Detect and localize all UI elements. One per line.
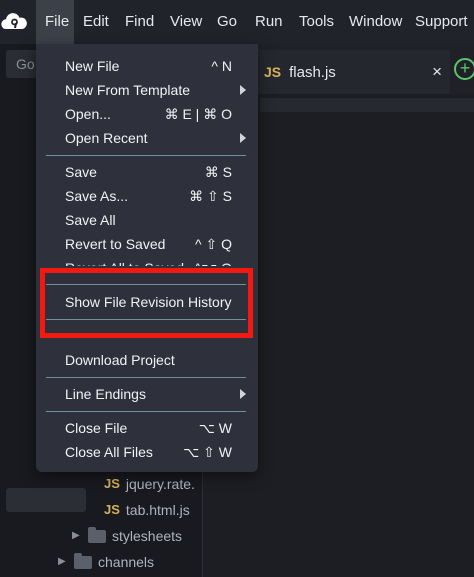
shortcut-label: ⌘ E | ⌘ O xyxy=(164,106,232,122)
shortcut-label: ^ N xyxy=(211,58,232,74)
menu-tools[interactable]: Tools xyxy=(290,0,343,44)
shortcut-label: ⌘ S xyxy=(204,164,232,180)
menu-item-open[interactable]: Open... xyxy=(65,102,111,126)
menu-edit[interactable]: Edit xyxy=(74,0,118,44)
cloud9-logo-icon[interactable] xyxy=(0,10,28,34)
tab-flash-js[interactable]: JS flash.js × xyxy=(256,50,450,94)
menu-view[interactable]: View xyxy=(161,0,211,44)
shortcut-label: ⌘ ⇧ S xyxy=(189,188,232,204)
menu-item-close-file[interactable]: Close File xyxy=(65,416,127,440)
menu-item-revert-all-to-saved[interactable]: Revert All to Saved xyxy=(65,256,184,266)
file-menu-dropdown: New File ^ N New From Template Open... ⌘… xyxy=(36,44,258,472)
menu-item-close-all-files[interactable]: Close All Files xyxy=(65,440,153,464)
tab-label: flash.js xyxy=(289,63,336,81)
tree-folder-channels[interactable]: ▶ channels xyxy=(58,550,154,574)
selected-tree-row[interactable] xyxy=(6,488,86,512)
submenu-arrow-icon xyxy=(240,389,246,399)
menu-run[interactable]: Run xyxy=(246,0,292,44)
menu-item-show-file-revision-history[interactable]: Show File Revision History xyxy=(65,290,232,314)
tree-file-tab-html[interactable]: JS tab.html.js xyxy=(104,498,190,522)
menu-item-new-file[interactable]: New File xyxy=(65,54,119,78)
shortcut-label: ⌥ ⇧ W xyxy=(183,444,232,460)
tree-folder-stylesheets[interactable]: ▶ stylesheets xyxy=(72,524,182,548)
shortcut-label: ^ ⇧ Q xyxy=(195,236,232,252)
js-file-icon: JS xyxy=(264,64,282,80)
shortcut-label: ^⌥ Q xyxy=(195,256,232,266)
menu-find[interactable]: Find xyxy=(116,0,163,44)
menubar: File Edit Find View Go Run Tools Window … xyxy=(0,0,474,44)
folder-icon xyxy=(74,552,92,569)
tree-file-label: tab.html.js xyxy=(125,502,190,518)
js-file-icon: JS xyxy=(104,502,120,517)
tree-file-label: jquery.rate. xyxy=(125,476,195,492)
close-icon[interactable]: × xyxy=(432,62,442,82)
menu-item-line-endings[interactable]: Line Endings xyxy=(65,382,146,406)
menu-separator xyxy=(46,319,246,320)
menu-support[interactable]: Support xyxy=(406,0,474,44)
menu-item-revert-to-saved[interactable]: Revert to Saved xyxy=(65,232,165,256)
menu-separator xyxy=(46,377,246,378)
menu-window[interactable]: Window xyxy=(340,0,411,44)
menu-item-new-from-template[interactable]: New From Template xyxy=(65,78,190,102)
menu-go[interactable]: Go xyxy=(208,0,246,44)
submenu-arrow-icon xyxy=(240,133,246,143)
menu-item-save-as[interactable]: Save As... xyxy=(65,184,128,208)
menu-separator xyxy=(46,411,246,412)
tree-folder-label: stylesheets xyxy=(112,528,183,544)
menu-item-download-project[interactable]: Download Project xyxy=(65,348,175,372)
menu-item-save-all[interactable]: Save All xyxy=(65,208,116,232)
folder-icon xyxy=(88,526,106,543)
caret-right-icon[interactable]: ▶ xyxy=(58,550,68,574)
menu-file[interactable]: File xyxy=(36,0,74,44)
add-tab-icon[interactable]: + xyxy=(454,58,474,80)
menu-separator xyxy=(46,155,246,156)
editor-gutter xyxy=(260,98,474,112)
menu-item-save[interactable]: Save xyxy=(65,160,97,184)
tree-file-jquery-rate[interactable]: JS jquery.rate. xyxy=(104,472,195,496)
js-file-icon: JS xyxy=(104,476,120,491)
tree-folder-label: channels xyxy=(98,554,155,570)
menu-item-open-recent[interactable]: Open Recent xyxy=(65,126,148,150)
submenu-arrow-icon xyxy=(240,85,246,95)
shortcut-label: ⌥ W xyxy=(198,420,232,436)
ide-window: File Edit Find View Go Run Tools Window … xyxy=(0,0,474,577)
caret-right-icon[interactable]: ▶ xyxy=(72,524,82,548)
menu-separator xyxy=(46,284,246,285)
